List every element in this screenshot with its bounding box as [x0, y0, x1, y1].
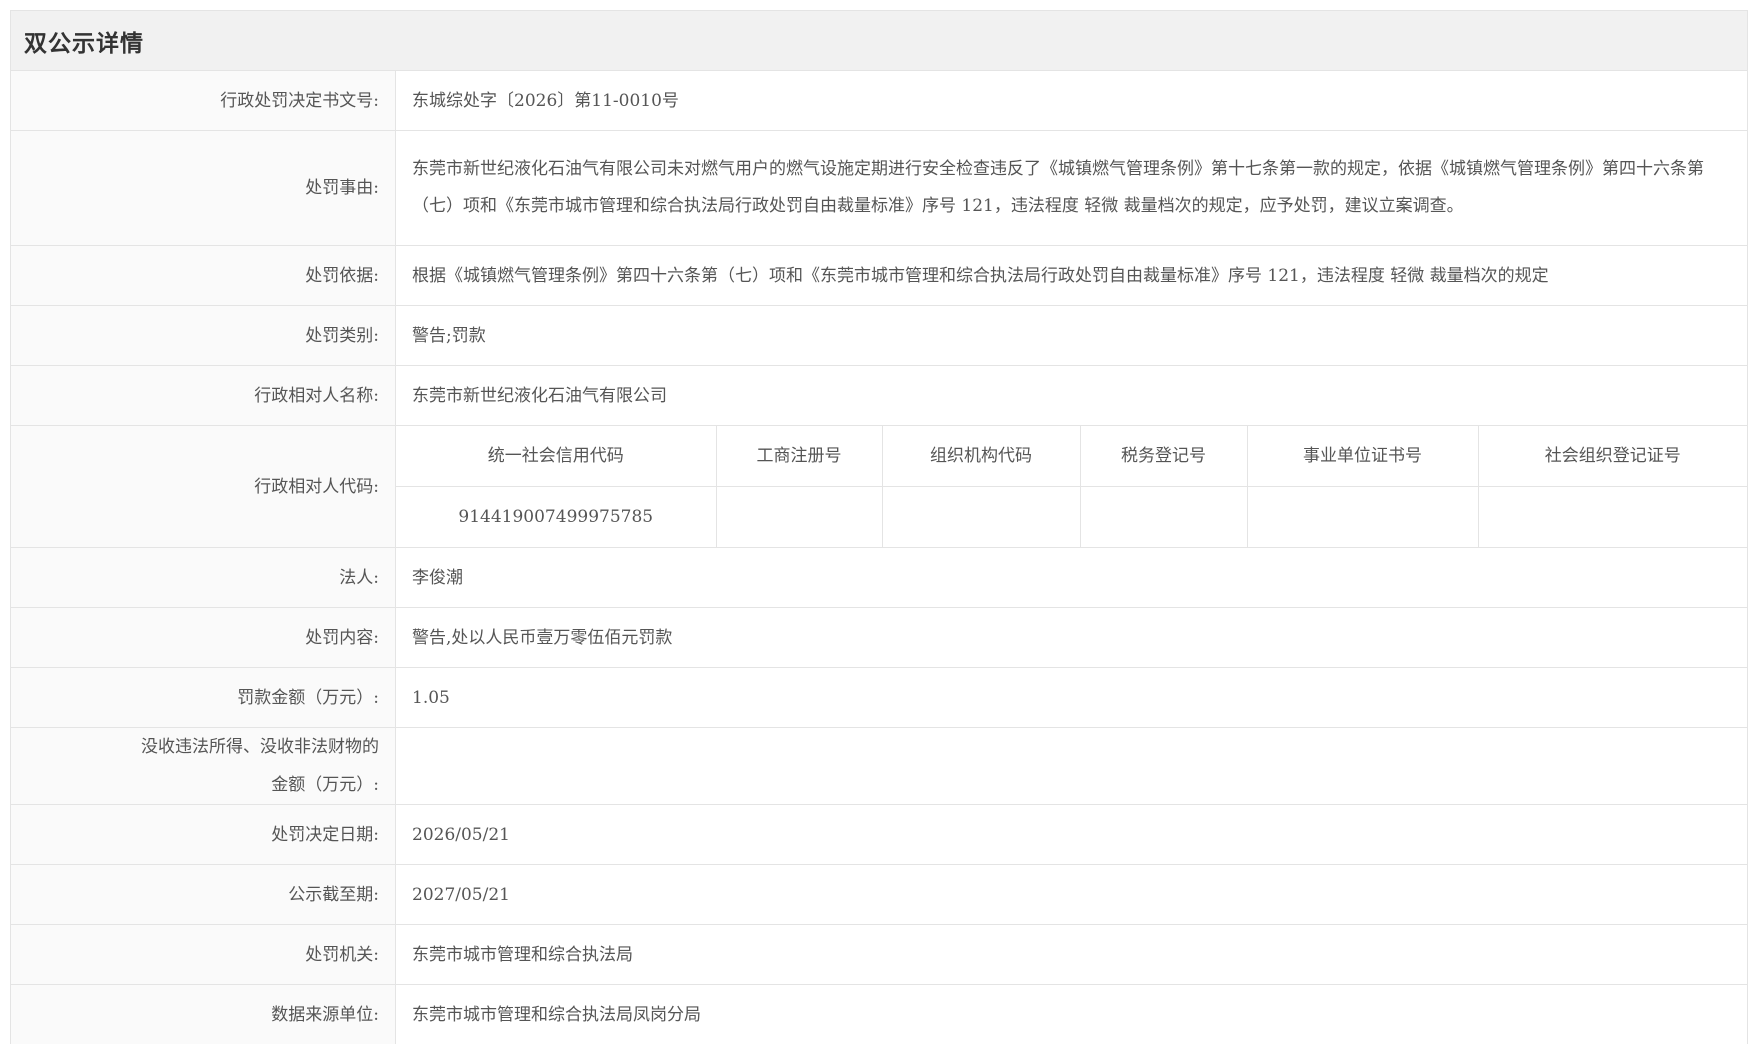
row-legal-person: 法人: 李俊潮: [10, 547, 1748, 608]
row-party-code: 行政相对人代码: 统一社会信用代码 工商注册号 组织机构代码 税务登记号 事业单…: [10, 425, 1748, 548]
row-category: 处罚类别: 警告;罚款: [10, 305, 1748, 366]
label-party-code: 行政相对人代码:: [10, 425, 396, 548]
row-basis: 处罚依据: 根据《城镇燃气管理条例》第四十六条第（七）项和《东莞市城市管理和综合…: [10, 245, 1748, 306]
label-fine: 罚款金额（万元）:: [10, 667, 396, 728]
detail-panel: 双公示详情 行政处罚决定书文号: 东城综处字〔2026〕第11-0010号 处罚…: [10, 10, 1748, 1044]
party-code-table: 统一社会信用代码 工商注册号 组织机构代码 税务登记号 事业单位证书号 社会组织…: [396, 426, 1747, 547]
row-reason: 处罚事由: 东莞市新世纪液化石油气有限公司未对燃气用户的燃气设施定期进行安全检查…: [10, 130, 1748, 246]
label-basis: 处罚依据:: [10, 245, 396, 306]
code-header-uscc: 统一社会信用代码: [396, 426, 717, 487]
value-decision-date: 2026/05/21: [395, 804, 1748, 865]
detail-table: 行政处罚决定书文号: 东城综处字〔2026〕第11-0010号 处罚事由: 东莞…: [10, 70, 1748, 1044]
code-value-social-org: [1478, 487, 1747, 548]
value-legal-person: 李俊潮: [395, 547, 1748, 608]
label-decision-date: 处罚决定日期:: [10, 804, 396, 865]
value-category: 警告;罚款: [395, 305, 1748, 366]
code-header-org-code: 组织机构代码: [882, 426, 1081, 487]
code-header-business-reg: 工商注册号: [716, 426, 883, 487]
code-value-tax-reg: [1080, 486, 1248, 547]
page-title: 双公示详情: [24, 30, 144, 57]
code-header-social-org: 社会组织登记证号: [1478, 426, 1747, 487]
value-party-code: 统一社会信用代码 工商注册号 组织机构代码 税务登记号 事业单位证书号 社会组织…: [395, 425, 1748, 548]
row-content: 处罚内容: 警告,处以人民币壹万零伍佰元罚款: [10, 607, 1748, 668]
value-source-unit: 东莞市城市管理和综合执法局凤岗分局: [395, 984, 1748, 1044]
party-code-value-row: 914419007499975785: [396, 486, 1747, 548]
label-legal-person: 法人:: [10, 547, 396, 608]
label-reason: 处罚事由:: [10, 130, 396, 246]
label-doc-number: 行政处罚决定书文号:: [10, 70, 396, 131]
label-confiscation: 没收违法所得、没收非法财物的 金额（万元）:: [10, 727, 396, 805]
code-value-uscc: 914419007499975785: [396, 486, 717, 547]
label-publish-until: 公示截至期:: [10, 864, 396, 925]
code-value-business-reg: [716, 486, 883, 547]
value-content: 警告,处以人民币壹万零伍佰元罚款: [395, 607, 1748, 668]
label-source-unit: 数据来源单位:: [10, 984, 396, 1044]
row-doc-number: 行政处罚决定书文号: 东城综处字〔2026〕第11-0010号: [10, 70, 1748, 131]
value-publish-until: 2027/05/21: [395, 864, 1748, 925]
row-publish-until: 公示截至期: 2027/05/21: [10, 864, 1748, 925]
row-fine: 罚款金额（万元）: 1.05: [10, 667, 1748, 728]
value-reason: 东莞市新世纪液化石油气有限公司未对燃气用户的燃气设施定期进行安全检查违反了《城镇…: [395, 130, 1748, 246]
value-authority: 东莞市城市管理和综合执法局: [395, 924, 1748, 985]
code-header-institution-cert: 事业单位证书号: [1247, 426, 1479, 487]
panel-header: 双公示详情: [10, 10, 1748, 70]
value-party-name: 东莞市新世纪液化石油气有限公司: [395, 365, 1748, 426]
row-authority: 处罚机关: 东莞市城市管理和综合执法局: [10, 924, 1748, 985]
value-confiscation: [395, 727, 1748, 805]
label-party-name: 行政相对人名称:: [10, 365, 396, 426]
row-source-unit: 数据来源单位: 东莞市城市管理和综合执法局凤岗分局: [10, 984, 1748, 1044]
code-value-institution-cert: [1247, 486, 1479, 547]
label-authority: 处罚机关:: [10, 924, 396, 985]
party-code-header-row: 统一社会信用代码 工商注册号 组织机构代码 税务登记号 事业单位证书号 社会组织…: [396, 426, 1747, 487]
row-decision-date: 处罚决定日期: 2026/05/21: [10, 804, 1748, 865]
label-confiscation-line2: 金额（万元）:: [271, 775, 379, 795]
code-value-org-code: [882, 486, 1081, 547]
label-category: 处罚类别:: [10, 305, 396, 366]
label-content: 处罚内容:: [10, 607, 396, 668]
row-party-name: 行政相对人名称: 东莞市新世纪液化石油气有限公司: [10, 365, 1748, 426]
row-confiscation: 没收违法所得、没收非法财物的 金额（万元）:: [10, 727, 1748, 805]
value-fine: 1.05: [395, 667, 1748, 728]
code-header-tax-reg: 税务登记号: [1080, 426, 1248, 487]
value-basis: 根据《城镇燃气管理条例》第四十六条第（七）项和《东莞市城市管理和综合执法局行政处…: [395, 245, 1748, 306]
label-confiscation-line1: 没收违法所得、没收非法财物的: [141, 737, 379, 757]
value-doc-number: 东城综处字〔2026〕第11-0010号: [395, 70, 1748, 131]
